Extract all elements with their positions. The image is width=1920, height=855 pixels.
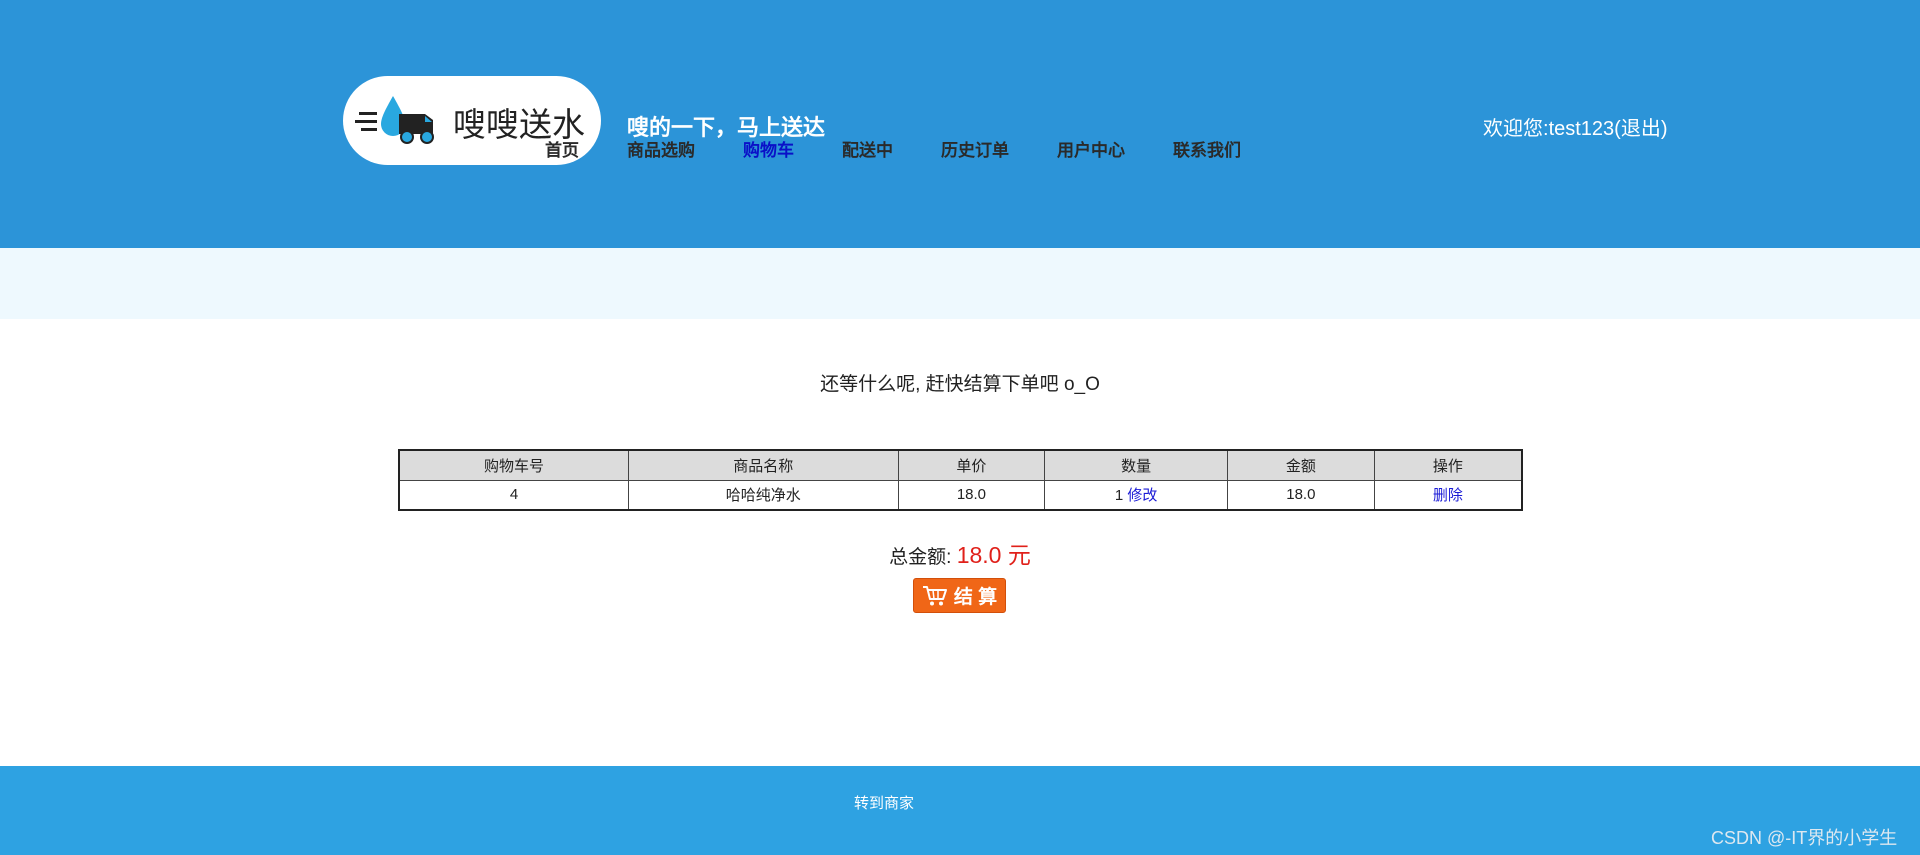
- header: 嗖嗖送水 嗖的一下，马上送达 首页 商品选购 购物车 配送中 历史订单 用户中心…: [0, 0, 1920, 248]
- cell-actions: 删除: [1373, 479, 1523, 511]
- nav-home[interactable]: 首页: [545, 136, 579, 160]
- cell-unit-price: 18.0: [897, 479, 1046, 511]
- cell-quantity: 1 修改: [1044, 479, 1228, 511]
- cell-product-name: 哈哈纯净水: [628, 479, 899, 511]
- checkout-prompt: 还等什么呢, 赶快结算下单吧 o_O: [820, 374, 1100, 395]
- sub-header-band: [0, 248, 1920, 319]
- checkout-button[interactable]: 结 算: [913, 578, 1006, 613]
- main-nav: 首页 商品选购 购物车 配送中 历史订单 用户中心 联系我们: [545, 136, 1241, 160]
- edit-quantity-link[interactable]: 修改: [1127, 487, 1157, 504]
- nav-user-center[interactable]: 用户中心: [1057, 136, 1125, 160]
- cart-table: 购物车号 商品名称 单价 数量 金额 操作 4 哈哈纯净水 18.0 1 修改 …: [398, 449, 1523, 511]
- total-amount: 总金额: 18.0 元: [0, 536, 1920, 570]
- nav-contact[interactable]: 联系我们: [1173, 136, 1241, 160]
- cell-amount: 18.0: [1226, 479, 1375, 511]
- nav-order-history[interactable]: 历史订单: [941, 136, 1009, 160]
- table-header-row: 购物车号 商品名称 单价 数量 金额 操作: [398, 449, 1523, 481]
- checkout-label: 结 算: [953, 587, 998, 608]
- watermark: CSDN @-IT界的小学生: [1711, 828, 1898, 848]
- total-value: 18.0 元: [956, 542, 1031, 568]
- col-product-name: 商品名称: [628, 449, 899, 481]
- col-cart-id: 购物车号: [398, 449, 630, 481]
- nav-cart[interactable]: 购物车: [743, 136, 794, 160]
- welcome-prefix: 欢迎您:: [1483, 118, 1549, 140]
- delete-link[interactable]: 删除: [1433, 487, 1463, 504]
- nav-delivering[interactable]: 配送中: [842, 136, 893, 160]
- quantity-value: 1: [1114, 487, 1124, 505]
- nav-products[interactable]: 商品选购: [627, 136, 695, 160]
- col-quantity: 数量: [1044, 449, 1228, 481]
- username: test123: [1548, 118, 1615, 140]
- welcome-text: 欢迎您:test123(退出): [1483, 112, 1668, 141]
- cart-icon: [922, 585, 947, 605]
- col-actions: 操作: [1373, 449, 1523, 481]
- col-amount: 金额: [1226, 449, 1375, 481]
- logout-link[interactable]: (退出): [1614, 118, 1667, 140]
- water-delivery-logo-icon: [355, 96, 434, 144]
- merchant-link[interactable]: 转到商家: [854, 792, 914, 813]
- cell-cart-id: 4: [398, 479, 630, 511]
- table-row: 4 哈哈纯净水 18.0 1 修改 18.0 删除: [398, 479, 1523, 511]
- col-unit-price: 单价: [897, 449, 1046, 481]
- footer: 转到商家: [0, 766, 1920, 855]
- total-label: 总金额:: [889, 547, 952, 568]
